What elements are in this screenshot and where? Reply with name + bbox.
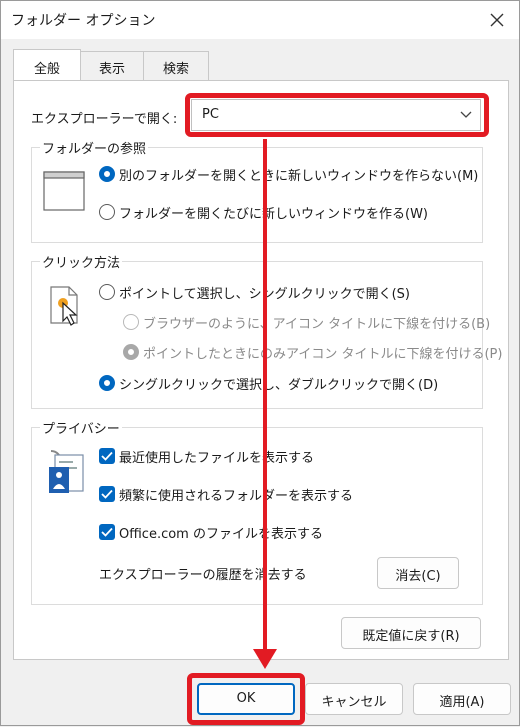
tab-view[interactable]: 表示 <box>80 51 144 81</box>
checkmark-icon <box>101 451 113 461</box>
browse-folders-title: フォルダーの参照 <box>40 138 149 157</box>
folder-options-dialog: フォルダー オプション 全般 表示 検索 エクスプローラーで開く: PC フォル… <box>0 0 520 726</box>
browse-folders-group: フォルダーの参照 <box>31 138 483 243</box>
checkmark-icon <box>101 527 113 537</box>
checkbox-office-files[interactable] <box>99 524 115 540</box>
apply-button-label: 適用(A) <box>439 695 485 710</box>
radio-single-click[interactable] <box>99 284 115 300</box>
apply-button[interactable]: 適用(A) <box>413 683 511 715</box>
privacy-title: プライバシー <box>40 418 122 437</box>
double-click-label: シングルクリックで選択し、ダブルクリックで開く(D) <box>119 378 439 393</box>
radio-underline-point[interactable] <box>123 344 139 360</box>
open-explorer-dropdown[interactable]: PC <box>191 99 481 131</box>
clear-history-button[interactable]: 消去(C) <box>377 557 459 589</box>
underline-browser-label: ブラウザーのように、アイコン タイトルに下線を付ける(B) <box>143 317 491 332</box>
single-click-label: ポイントして選択し、シングルクリックで開く(S) <box>119 287 411 302</box>
new-window-label: フォルダーを開くたびに新しいウィンドウを作る(W) <box>119 207 428 222</box>
close-icon <box>490 13 504 27</box>
tab-search-label: 検索 <box>162 62 189 77</box>
cancel-button[interactable]: キャンセル <box>305 683 403 715</box>
open-explorer-value: PC <box>202 107 219 122</box>
radio-new-window[interactable] <box>99 204 115 220</box>
checkmark-icon <box>101 489 113 499</box>
tab-general-label: 全般 <box>33 62 60 77</box>
cancel-button-label: キャンセル <box>321 695 387 710</box>
clear-history-button-label: 消去(C) <box>395 569 441 584</box>
chevron-down-icon <box>460 111 472 118</box>
window-title: フォルダー オプション <box>11 13 156 29</box>
click-document-icon <box>50 286 78 326</box>
office-files-label: Office.com のファイルを表示する <box>119 527 323 542</box>
close-button[interactable] <box>485 8 509 32</box>
privacy-icon <box>49 450 84 493</box>
frequent-folders-label: 頻繁に使用されるフォルダーを表示する <box>119 489 354 504</box>
clear-history-label: エクスプローラーの履歴を消去する <box>99 568 307 583</box>
restore-defaults-button-label: 既定値に戻す(R) <box>362 629 460 644</box>
tab-view-label: 表示 <box>98 62 125 77</box>
underline-point-label: ポイントしたときにのみアイコン タイトルに下線を付ける(P) <box>143 347 503 362</box>
click-items-title: クリック方法 <box>40 252 123 271</box>
window-icon <box>43 171 85 211</box>
restore-defaults-button[interactable]: 既定値に戻す(R) <box>341 617 481 649</box>
title-bar: フォルダー オプション <box>1 1 519 39</box>
ok-button[interactable]: OK <box>197 683 295 715</box>
tab-general[interactable]: 全般 <box>13 49 81 80</box>
radio-double-click[interactable] <box>99 375 115 391</box>
open-explorer-label: エクスプローラーで開く: <box>31 112 178 127</box>
checkbox-frequent-folders[interactable] <box>99 486 115 502</box>
checkbox-recent-files[interactable] <box>99 448 115 464</box>
radio-same-window[interactable] <box>99 166 115 182</box>
radio-underline-browser[interactable] <box>123 314 139 330</box>
ok-button-label: OK <box>236 691 256 706</box>
tab-search[interactable]: 検索 <box>143 51 209 81</box>
recent-files-label: 最近使用したファイルを表示する <box>119 451 315 466</box>
same-window-label: 別のフォルダーを開くときに新しいウィンドウを作らない(M) <box>119 169 479 184</box>
